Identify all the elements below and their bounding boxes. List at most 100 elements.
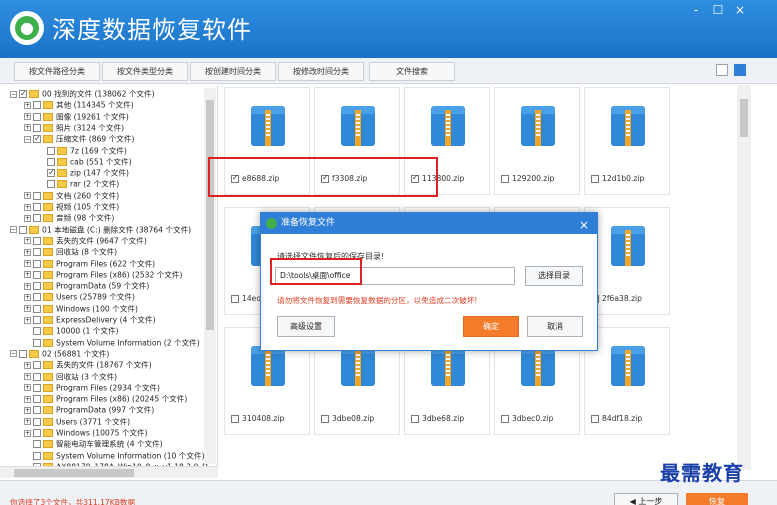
tree-checkbox[interactable] — [33, 259, 41, 268]
tree-row[interactable]: + 丢失的文件 (9647 个文件) — [24, 235, 147, 246]
tree-checkbox[interactable] — [33, 417, 41, 426]
expand-toggle-icon[interactable]: + — [24, 418, 31, 426]
expand-toggle-icon[interactable]: + — [24, 361, 31, 369]
file-checkbox[interactable] — [231, 415, 239, 423]
tab-by-path[interactable]: 按文件路径分类 — [14, 62, 100, 81]
expand-toggle-icon[interactable]: + — [24, 260, 31, 267]
tree-checkbox[interactable] — [47, 146, 55, 155]
expand-toggle-icon[interactable]: − — [10, 90, 17, 98]
expand-toggle-icon[interactable]: − — [24, 135, 31, 143]
tree-vertical-scrollbar[interactable] — [204, 88, 216, 464]
tree-checkbox[interactable] — [33, 236, 41, 245]
tab-by-created[interactable]: 按创建时间分类 — [190, 62, 276, 81]
tree-checkbox[interactable] — [33, 248, 41, 257]
tree-row[interactable]: + 图像 (19261 个文件) — [24, 111, 129, 122]
previous-step-button[interactable]: ◀ 上一步 — [614, 493, 678, 505]
tree-checkbox[interactable] — [33, 383, 41, 392]
tree-checkbox[interactable] — [33, 293, 41, 302]
tree-row[interactable]: − 02 (56881 个文件) — [10, 348, 109, 359]
tree-row[interactable]: 7z (169 个文件) — [38, 145, 127, 156]
file-checkbox[interactable] — [231, 295, 239, 303]
tree-checkbox[interactable] — [33, 112, 41, 121]
minimize-button[interactable]: - — [686, 2, 706, 18]
tree-row[interactable]: + Users (25789 个文件) — [24, 291, 135, 302]
tree-checkbox[interactable] — [19, 349, 27, 358]
tree-row[interactable]: cab (551 个文件) — [38, 156, 132, 167]
tree-checkbox[interactable] — [33, 304, 41, 313]
tree-row[interactable]: + Windows (10075 个文件) — [24, 427, 148, 438]
file-checkbox[interactable] — [591, 415, 599, 423]
maximize-button[interactable]: ☐ — [708, 2, 728, 18]
tree-checkbox[interactable] — [33, 429, 41, 437]
tree-horizontal-scrollbar[interactable] — [0, 466, 218, 478]
tree-checkbox[interactable] — [33, 338, 41, 347]
expand-toggle-icon[interactable]: + — [24, 214, 31, 222]
tab-file-search[interactable]: 文件搜索 — [369, 62, 455, 81]
file-checkbox[interactable] — [411, 415, 419, 423]
tree-row[interactable]: + 回收站 (8 个文件) — [24, 246, 117, 257]
tree-row[interactable]: + 照片 (3124 个文件) — [24, 122, 124, 133]
tree-checkbox[interactable] — [33, 440, 41, 449]
expand-toggle-icon[interactable]: + — [24, 192, 31, 200]
ok-button[interactable]: 确定 — [463, 316, 519, 337]
tree-row[interactable]: + 丢失的文件 (18767 个文件) — [24, 359, 152, 370]
tree-row[interactable]: + Program Files (2934 个文件) — [24, 382, 160, 393]
tree-row[interactable]: rar (2 个文件) — [38, 178, 119, 189]
file-checkbox[interactable] — [321, 415, 329, 423]
expand-toggle-icon[interactable]: + — [24, 271, 31, 279]
grid-vertical-scrollbar[interactable] — [737, 85, 751, 470]
tree-row[interactable]: System Volume Information (2 个文件) — [24, 337, 200, 348]
tree-row[interactable]: − 压缩文件 (869 个文件) — [24, 133, 134, 144]
tree-row[interactable]: + ProgramData (59 个文件) — [24, 280, 149, 291]
expand-toggle-icon[interactable]: + — [24, 406, 31, 414]
list-view-icon[interactable] — [716, 64, 728, 76]
tree-row[interactable]: + 音频 (98 个文件) — [24, 212, 114, 223]
tree-checkbox[interactable] — [19, 225, 27, 234]
expand-toggle-icon[interactable]: + — [24, 124, 31, 132]
expand-toggle-icon[interactable]: + — [24, 248, 31, 256]
tree-checkbox[interactable] — [33, 316, 41, 324]
expand-toggle-icon[interactable]: − — [10, 350, 17, 358]
tree-row[interactable]: + 视频 (105 个文件) — [24, 201, 119, 212]
grid-view-icon[interactable] — [734, 64, 746, 76]
expand-toggle-icon[interactable]: + — [24, 373, 31, 380]
tree-row[interactable]: 10000 (1 个文件) — [24, 325, 119, 336]
expand-toggle-icon[interactable]: + — [24, 293, 31, 301]
tree-checkbox[interactable] — [33, 123, 41, 132]
tree-row[interactable]: zip (147 个文件) — [38, 167, 129, 178]
expand-toggle-icon[interactable]: + — [24, 282, 31, 290]
tree-row[interactable]: + 文档 (260 个文件) — [24, 190, 119, 201]
advanced-settings-button[interactable]: 高级设置 — [277, 316, 335, 337]
tree-checkbox[interactable] — [33, 270, 41, 279]
tree-checkbox[interactable] — [33, 361, 41, 370]
tree-row[interactable]: + 其他 (114345 个文件) — [24, 99, 134, 110]
tree-checkbox[interactable] — [33, 372, 41, 381]
tree-checkbox[interactable] — [19, 88, 27, 99]
expand-toggle-icon[interactable]: + — [24, 384, 31, 392]
expand-toggle-icon[interactable]: + — [24, 395, 31, 403]
tree-row[interactable]: + Program Files (x86) (2532 个文件) — [24, 269, 182, 280]
expand-toggle-icon[interactable]: + — [24, 305, 31, 313]
tree-row[interactable]: + Program Files (x86) (20245 个文件) — [24, 393, 187, 404]
tab-by-type[interactable]: 按文件类型分类 — [102, 62, 188, 81]
tree-checkbox[interactable] — [33, 203, 41, 211]
expand-toggle-icon[interactable]: + — [24, 316, 31, 324]
tree-checkbox[interactable] — [33, 395, 41, 404]
expand-toggle-icon[interactable]: − — [10, 226, 17, 234]
tree-row[interactable]: System Volume Information (10 个文件) — [24, 450, 205, 461]
tree-row[interactable]: + Windows (100 个文件) — [24, 303, 138, 314]
recover-button[interactable]: 恢复 — [686, 493, 748, 505]
file-checkbox[interactable] — [501, 175, 509, 183]
tree-row[interactable]: + 回收站 (3 个文件) — [24, 371, 117, 382]
file-tile[interactable]: 12d1b0.zip — [584, 87, 670, 195]
expand-toggle-icon[interactable]: + — [24, 101, 31, 109]
dialog-close-icon[interactable]: × — [579, 215, 589, 236]
tree-checkbox[interactable] — [33, 191, 41, 200]
expand-toggle-icon[interactable]: + — [24, 113, 31, 121]
tree-row[interactable]: 智能电动车管理系统 (4 个文件) — [24, 438, 163, 449]
tree-row[interactable]: + Program Files (622 个文件) — [24, 258, 155, 269]
cancel-button[interactable]: 取消 — [527, 316, 583, 337]
tab-by-modified[interactable]: 按修改时间分类 — [278, 62, 364, 81]
file-checkbox[interactable] — [591, 175, 599, 183]
tree-row[interactable]: − 00 找到的文件 (138062 个文件) — [10, 88, 155, 99]
